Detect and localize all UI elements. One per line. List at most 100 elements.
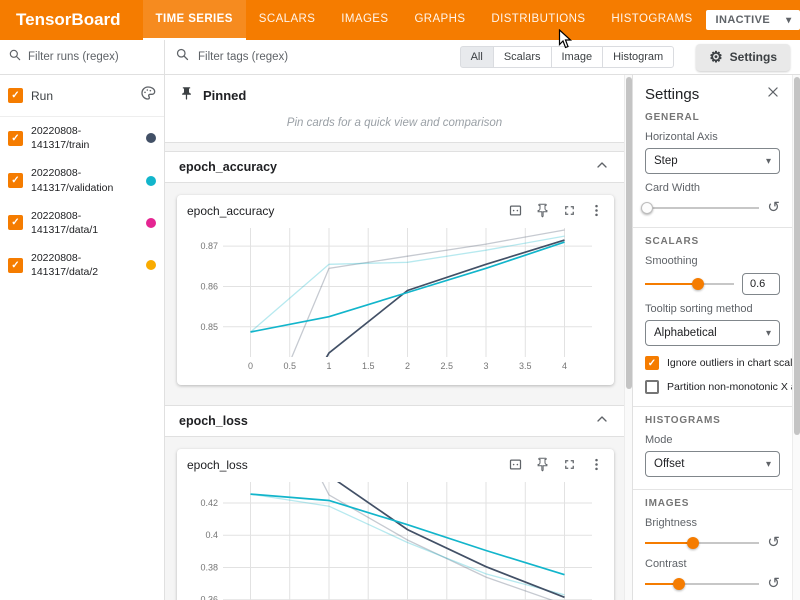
fit-data-icon[interactable]: [508, 203, 523, 218]
svg-text:0.5: 0.5: [283, 361, 296, 371]
svg-text:0.38: 0.38: [200, 563, 218, 573]
tab-images[interactable]: IMAGES: [328, 0, 401, 40]
palette-icon[interactable]: [140, 85, 156, 106]
run-checkbox[interactable]: ✓: [8, 215, 23, 230]
run-name: 20220808-141317/train: [31, 124, 138, 152]
runs-filter-input[interactable]: [28, 51, 156, 63]
svg-text:3: 3: [483, 361, 488, 371]
horizontal-axis-select[interactable]: Step ▾: [645, 148, 780, 174]
gear-icon: ⚙: [709, 50, 722, 65]
run-row[interactable]: ✓ 20220808-141317/data/2: [0, 244, 164, 286]
status-dropdown[interactable]: INACTIVE ▾: [706, 10, 800, 30]
contrast-label: Contrast: [645, 558, 780, 570]
partition-x-checkbox-row[interactable]: Partition non-monotonic X axis i: [645, 380, 780, 394]
run-name: 20220808-141317/data/2: [31, 251, 138, 279]
settings-scrollbar-thumb[interactable]: [794, 77, 800, 435]
run-row[interactable]: ✓ 20220808-141317/train: [0, 117, 164, 159]
sections-container: epoch_accuracyepoch_accuracy00.511.522.5…: [165, 151, 624, 600]
tag-filter-toolbar: AllScalarsImageHistogram ⚙ Settings: [165, 40, 800, 75]
chip-image[interactable]: Image: [551, 46, 604, 68]
card-width-slider[interactable]: [645, 201, 759, 215]
smoothing-slider[interactable]: [645, 277, 734, 291]
run-color-dot[interactable]: [146, 260, 156, 270]
settings-panel-title: Settings: [645, 86, 699, 103]
slider-thumb[interactable]: [692, 278, 704, 290]
section-header-epoch_accuracy[interactable]: epoch_accuracy: [165, 151, 624, 183]
card-title: epoch_accuracy: [187, 204, 508, 218]
run-checkbox[interactable]: ✓: [8, 258, 23, 273]
chip-scalars[interactable]: Scalars: [493, 46, 552, 68]
fullscreen-icon[interactable]: [562, 203, 577, 218]
card-title: epoch_loss: [187, 458, 508, 472]
run-checkbox[interactable]: ✓: [8, 131, 23, 146]
tag-filter-input[interactable]: [198, 51, 452, 63]
fit-data-icon[interactable]: [508, 457, 523, 472]
brightness-label: Brightness: [645, 517, 780, 529]
settings-button-label: Settings: [730, 50, 777, 64]
pin-outline-icon[interactable]: [535, 457, 550, 472]
svg-text:0.87: 0.87: [200, 241, 218, 251]
reset-icon[interactable]: ↺: [767, 200, 780, 215]
tooltip-sorting-select[interactable]: Alphabetical ▾: [645, 320, 780, 346]
settings-button[interactable]: ⚙ Settings: [696, 44, 790, 71]
slider-thumb[interactable]: [687, 537, 699, 549]
slider-thumb[interactable]: [641, 202, 653, 214]
svg-text:0.85: 0.85: [200, 322, 218, 332]
chip-all[interactable]: All: [460, 46, 494, 68]
contrast-slider[interactable]: [645, 577, 759, 591]
svg-text:3.5: 3.5: [519, 361, 532, 371]
settings-scrollbar[interactable]: [792, 75, 800, 600]
histogram-mode-value: Offset: [654, 458, 684, 470]
chevron-down-icon: ▾: [766, 328, 771, 339]
chip-histogram[interactable]: Histogram: [602, 46, 674, 68]
tag-filter-chips: AllScalarsImageHistogram: [460, 46, 675, 68]
ignore-outliers-checkbox-row[interactable]: ✓ Ignore outliers in chart scaling: [645, 356, 780, 370]
divider: [633, 489, 792, 490]
chevron-up-icon[interactable]: [594, 157, 610, 178]
reset-icon[interactable]: ↺: [767, 576, 780, 591]
general-heading: GENERAL: [645, 112, 780, 123]
tab-distributions[interactable]: DISTRIBUTIONS: [478, 0, 598, 40]
run-color-dot[interactable]: [146, 218, 156, 228]
more-options-icon[interactable]: [589, 457, 604, 472]
runs-sidebar: ✓ Run ✓20220808-141317/train✓20220808-14…: [0, 40, 165, 600]
tab-histograms[interactable]: HISTOGRAMS: [598, 0, 705, 40]
close-icon[interactable]: [766, 85, 780, 104]
ignore-outliers-checkbox[interactable]: ✓: [645, 356, 659, 370]
smoothing-input[interactable]: 0.6: [742, 273, 780, 295]
line-chart-epoch_loss[interactable]: 00.511.522.533.540.360.380.40.42: [187, 474, 604, 600]
chevron-down-icon: ▾: [766, 459, 771, 470]
fullscreen-icon[interactable]: [562, 457, 577, 472]
slider-thumb[interactable]: [673, 578, 685, 590]
pin-outline-icon[interactable]: [535, 203, 550, 218]
main-scrollbar-thumb[interactable]: [626, 77, 632, 389]
partition-x-checkbox[interactable]: [645, 380, 659, 394]
pinned-title: Pinned: [203, 88, 246, 103]
run-color-dot[interactable]: [146, 133, 156, 143]
tab-scalars[interactable]: SCALARS: [246, 0, 329, 40]
select-all-runs-checkbox[interactable]: ✓: [8, 88, 23, 103]
brightness-slider[interactable]: [645, 536, 759, 550]
tab-graphs[interactable]: GRAPHS: [401, 0, 478, 40]
tab-time-series[interactable]: TIME SERIES: [143, 0, 246, 40]
line-chart-epoch_accuracy[interactable]: 00.511.522.533.540.850.860.87: [187, 220, 604, 379]
run-row[interactable]: ✓20220808-141317/data/1: [0, 202, 164, 244]
main-scrollbar[interactable]: [624, 75, 632, 600]
section-header-epoch_loss[interactable]: epoch_loss: [165, 405, 624, 437]
svg-text:2.5: 2.5: [441, 361, 454, 371]
app-logo[interactable]: TensorBoard: [0, 10, 143, 30]
divider: [633, 406, 792, 407]
run-color-dot[interactable]: [146, 176, 156, 186]
svg-text:0.4: 0.4: [205, 530, 218, 540]
histogram-mode-select[interactable]: Offset ▾: [645, 451, 780, 477]
tooltip-sorting-label: Tooltip sorting method: [645, 303, 780, 315]
chevron-down-icon: ▾: [786, 15, 791, 26]
run-row[interactable]: ✓ 20220808-141317/validation: [0, 159, 164, 201]
pinned-empty-hint: Pin cards for a quick view and compariso…: [179, 117, 610, 129]
run-checkbox[interactable]: ✓: [8, 173, 23, 188]
more-options-icon[interactable]: [589, 203, 604, 218]
run-name: 20220808-141317/validation: [31, 166, 138, 194]
main-area: Pinned Pin cards for a quick view and co…: [165, 75, 632, 600]
chevron-up-icon[interactable]: [594, 411, 610, 432]
reset-icon[interactable]: ↺: [767, 535, 780, 550]
